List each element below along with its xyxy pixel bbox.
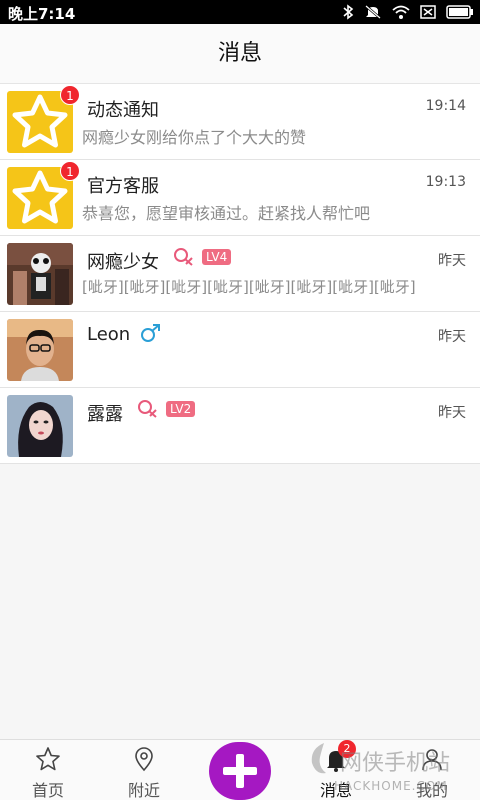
watermark-logo-icon bbox=[311, 743, 326, 774]
user-photo bbox=[7, 395, 73, 457]
header: 消息 bbox=[0, 24, 480, 84]
message-time: 昨天 bbox=[438, 253, 466, 269]
level-badge: LV2 bbox=[166, 401, 196, 417]
message-row-notifications[interactable]: 1 动态通知 19:14 网瘾少女刚给你点了个大大的赞 bbox=[0, 84, 480, 160]
message-time: 19:14 bbox=[425, 98, 466, 114]
message-name: 露露 bbox=[87, 404, 123, 425]
user-tags: LV4 bbox=[172, 247, 232, 267]
bluetooth-icon bbox=[343, 4, 354, 20]
watermark-text: 网侠手机站 bbox=[340, 751, 451, 776]
message-time: 昨天 bbox=[438, 329, 466, 345]
message-name: 网瘾少女 bbox=[87, 252, 159, 273]
message-row-user[interactable]: 网瘾少女 LV4 昨天 [呲牙][呲牙][呲牙][呲牙][呲牙][呲牙][呲牙]… bbox=[0, 236, 480, 312]
status-time: 晚上7:14 bbox=[8, 5, 76, 23]
status-icons bbox=[342, 3, 474, 21]
avatar bbox=[7, 395, 73, 457]
message-row-customer-service[interactable]: 1 官方客服 19:13 恭喜您，愿望审核通过。赶紧找人帮忙吧 bbox=[0, 160, 480, 236]
message-name: 动态通知 bbox=[87, 100, 159, 121]
status-bar: 晚上7:14 bbox=[0, 0, 480, 24]
female-icon bbox=[138, 400, 157, 418]
watermark: 网侠手机站 HACKHOME.COM bbox=[300, 735, 480, 800]
level-badge: LV4 bbox=[202, 249, 232, 265]
user-tags: LV2 bbox=[136, 399, 196, 419]
unread-badge: 1 bbox=[60, 85, 80, 105]
message-preview: 网瘾少女刚给你点了个大大的赞 bbox=[82, 128, 307, 147]
message-preview: 恭喜您，愿望审核通过。赶紧找人帮忙吧 bbox=[82, 204, 371, 223]
avatar: 1 bbox=[7, 161, 80, 229]
mute-icon bbox=[365, 5, 381, 19]
tab-nearby[interactable]: 附近 bbox=[104, 740, 184, 800]
location-pin-icon bbox=[135, 747, 153, 772]
star-outline-icon bbox=[36, 747, 60, 771]
page-title: 消息 bbox=[217, 41, 262, 66]
message-time: 19:13 bbox=[425, 174, 466, 190]
tab-nearby-label: 附近 bbox=[127, 781, 160, 800]
unread-badge: 1 bbox=[60, 161, 80, 181]
avatar: 1 bbox=[7, 85, 80, 153]
message-name: 官方客服 bbox=[87, 176, 159, 197]
message-row-user[interactable]: Leon 昨天 bbox=[0, 312, 480, 388]
message-name: Leon bbox=[87, 324, 131, 345]
user-tags bbox=[140, 323, 162, 343]
user-photo bbox=[7, 319, 73, 381]
avatar bbox=[7, 319, 73, 381]
female-icon bbox=[174, 248, 193, 266]
add-button[interactable] bbox=[209, 742, 271, 800]
male-icon bbox=[141, 324, 160, 342]
wifi-icon bbox=[392, 5, 410, 19]
tab-home-label: 首页 bbox=[31, 781, 64, 800]
battery-icon bbox=[446, 5, 473, 19]
message-list: 1 动态通知 19:14 网瘾少女刚给你点了个大大的赞 1 官方客服 19:13… bbox=[0, 84, 480, 464]
tab-home[interactable]: 首页 bbox=[8, 740, 88, 800]
message-preview: [呲牙][呲牙][呲牙][呲牙][呲牙][呲牙][呲牙][呲牙] bbox=[82, 278, 416, 296]
sim-off-icon bbox=[420, 5, 436, 19]
message-row-user[interactable]: 露露 LV2 昨天 bbox=[0, 388, 480, 464]
message-time: 昨天 bbox=[438, 405, 466, 421]
user-photo bbox=[7, 243, 73, 305]
plus-icon bbox=[223, 754, 257, 788]
avatar bbox=[7, 243, 73, 305]
watermark-url: HACKHOME.COM bbox=[334, 779, 448, 793]
